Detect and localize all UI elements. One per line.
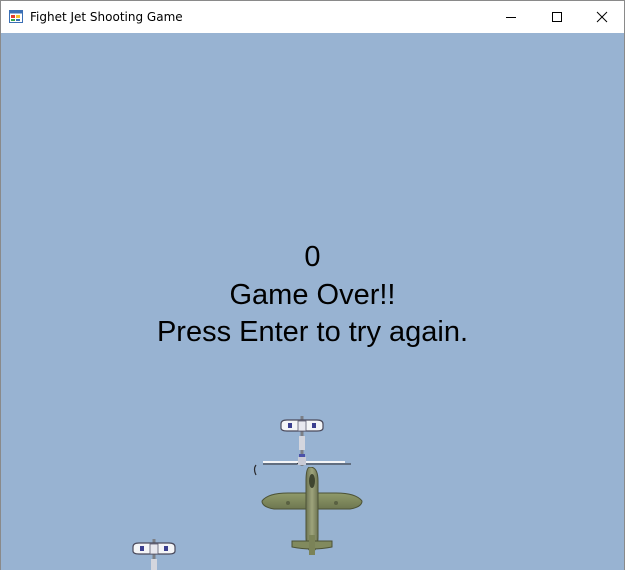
title-bar[interactable]: Fighet Jet Shooting Game — [1, 0, 624, 33]
player-fighter-jet-icon — [261, 467, 363, 555]
game-over-message: Game Over!! — [229, 279, 396, 311]
close-button[interactable] — [579, 1, 624, 33]
app-icon — [9, 10, 23, 23]
window-title: Fighet Jet Shooting Game — [30, 10, 183, 24]
close-icon — [596, 11, 608, 23]
retry-prompt: Press Enter to try again. — [156, 316, 469, 348]
game-canvas[interactable]: 0 Game Over!! Press Enter to try again. — [1, 33, 624, 570]
maximize-button[interactable] — [534, 1, 580, 33]
minimize-icon — [506, 17, 516, 18]
score-display: 0 — [304, 241, 321, 273]
minimize-button[interactable] — [488, 1, 534, 33]
game-window: Fighet Jet Shooting Game 0 Game Over!! P… — [0, 0, 625, 570]
enemy-plane-icon — [132, 539, 176, 570]
maximize-icon — [552, 12, 562, 22]
